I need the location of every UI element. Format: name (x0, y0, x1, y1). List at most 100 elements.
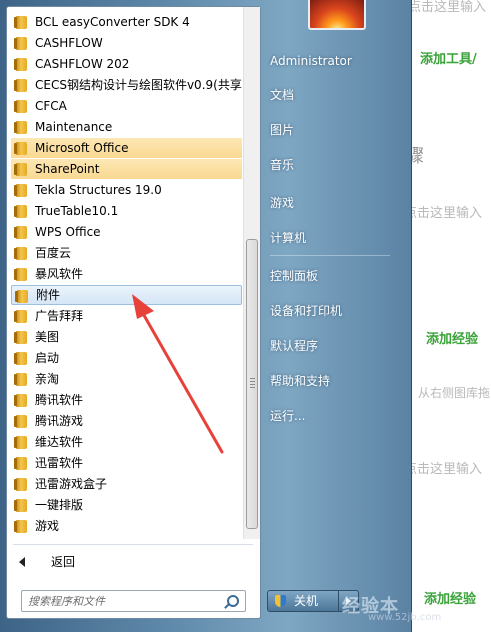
program-folder-item[interactable]: Maintenance (11, 117, 242, 137)
shutdown-label: 关机 (294, 594, 319, 608)
folder-icon (14, 121, 27, 134)
folder-icon (15, 290, 28, 303)
program-folder-label: 腾讯游戏 (35, 414, 84, 428)
programs-pane: BCL easyConverter SDK 4 CASHFLOW CASHFLOW … (6, 6, 261, 619)
folder-icon (14, 163, 27, 176)
folder-icon (14, 142, 27, 155)
folder-icon (14, 394, 27, 407)
program-folder-label: 广告拜拜 (35, 309, 84, 323)
program-folder-item[interactable]: 百度云 (11, 243, 242, 263)
right-item-help-support[interactable]: 帮助和支持 (270, 370, 400, 392)
program-folder-label: 腾讯软件 (35, 393, 84, 407)
start-menu: BCL easyConverter SDK 4 CASHFLOW CASHFLOW … (0, 0, 412, 632)
folder-icon (14, 184, 27, 197)
program-folder-item[interactable]: CFCA (11, 96, 242, 116)
right-item-devices-printers[interactable]: 设备和打印机 (270, 300, 400, 322)
folder-icon (14, 331, 27, 344)
program-folder-label: 暴风软件 (35, 267, 84, 281)
bg-add-exp-link-2: 添加经验 (424, 592, 477, 607)
program-folder-label: 迅雷游戏盒子 (35, 477, 108, 491)
program-folder-item[interactable]: WPS Office (11, 222, 242, 242)
program-folder-label: 附件 (36, 288, 61, 302)
program-folder-item[interactable]: 亲淘 (11, 369, 242, 389)
search-icon[interactable] (227, 595, 239, 607)
program-folder-label: 百度云 (35, 246, 72, 260)
program-folder-label: Maintenance (35, 120, 113, 134)
scrollbar-thumb[interactable] (246, 239, 258, 529)
program-folder-item[interactable]: 腾讯软件 (11, 390, 242, 410)
program-folder-label: 美图 (35, 330, 60, 344)
shutdown-button[interactable]: 关机 (267, 590, 339, 612)
program-folder-label: BCL easyConverter SDK 4 (35, 15, 190, 29)
bg-text-input-hint-1: 点击这里输入 (408, 0, 487, 15)
folder-icon (14, 58, 27, 71)
program-folder-item[interactable]: 迅雷软件 (11, 453, 242, 473)
search-box[interactable] (21, 590, 246, 612)
program-folder-item[interactable]: Microsoft Office (11, 138, 242, 158)
folder-icon (14, 16, 27, 29)
program-folder-label: CECS钢结构设计与绘图软件v0.9(共享版 (35, 78, 242, 92)
program-folder-label: 游戏 (35, 519, 60, 533)
folder-icon (14, 415, 27, 428)
right-item-computer[interactable]: 计算机 (270, 227, 400, 249)
shield-icon (275, 595, 286, 607)
program-folder-label: WPS Office (35, 225, 101, 239)
program-folder-item[interactable]: CASHFLOW 202 (11, 54, 242, 74)
program-folder-label: 迅雷软件 (35, 456, 84, 470)
back-arrow-icon (19, 557, 25, 567)
program-folder-item[interactable]: 暴风软件 (11, 264, 242, 284)
program-list-scrollbar[interactable] (243, 7, 260, 539)
right-separator (270, 255, 390, 256)
folder-icon (14, 100, 27, 113)
search-input[interactable] (28, 591, 218, 611)
right-item-games[interactable]: 游戏 (270, 192, 400, 214)
program-folder-item[interactable]: 游戏 (11, 516, 242, 536)
user-avatar[interactable] (308, 0, 366, 30)
folder-icon (14, 520, 27, 533)
folder-icon (14, 310, 27, 323)
back-label: 返回 (51, 555, 76, 569)
right-item-pictures[interactable]: 图片 (270, 119, 400, 141)
program-folder-item[interactable]: CECS钢结构设计与绘图软件v0.9(共享版 (11, 75, 242, 95)
right-item-administrator[interactable]: Administrator (270, 50, 400, 72)
program-folder-item[interactable]: TrueTable10.1 (11, 201, 242, 221)
program-folder-item[interactable]: 腾讯游戏 (11, 411, 242, 431)
program-folder-item[interactable]: 附件 (11, 285, 242, 305)
program-list: BCL easyConverter SDK 4 CASHFLOW CASHFLOW … (7, 7, 243, 539)
program-folder-item[interactable]: 维达软件 (11, 432, 242, 452)
shutdown-options-button[interactable] (339, 590, 359, 612)
folder-icon (14, 37, 27, 50)
folder-icon (14, 373, 27, 386)
program-folder-item[interactable]: 启动 (11, 348, 242, 368)
folder-icon (14, 79, 27, 92)
program-folder-item[interactable]: 迅雷游戏盒子 (11, 474, 242, 494)
background-webpage: 点击这里输入 添加工具/ 方法/步骤 点击这里输入 添加经验 从右侧图库拖 点击… (400, 0, 491, 632)
program-folder-item[interactable]: 美图 (11, 327, 242, 347)
program-folder-label: Tekla Structures 19.0 (35, 183, 162, 197)
program-folder-label: 维达软件 (35, 435, 84, 449)
program-folder-item[interactable]: CASHFLOW (11, 33, 242, 53)
program-folder-label: CASHFLOW (35, 36, 103, 50)
right-item-default-programs[interactable]: 默认程序 (270, 335, 400, 357)
bg-text-input-hint-2: 点击这里输入 (404, 206, 483, 221)
folder-icon (14, 247, 27, 260)
program-folder-label: CFCA (35, 99, 67, 113)
right-item-control-panel[interactable]: 控制面板 (270, 265, 400, 287)
program-folder-item[interactable]: 广告拜拜 (11, 306, 242, 326)
folder-icon (14, 436, 27, 449)
program-folder-item[interactable]: SharePoint (11, 159, 242, 179)
back-button[interactable]: 返回 (11, 551, 242, 573)
program-folder-item[interactable]: Tekla Structures 19.0 (11, 180, 242, 200)
right-item-documents[interactable]: 文档 (270, 84, 400, 106)
program-folder-item[interactable]: BCL easyConverter SDK 4 (11, 12, 242, 32)
folder-icon (14, 499, 27, 512)
folder-icon (14, 478, 27, 491)
folder-icon (14, 268, 27, 281)
folder-icon (14, 352, 27, 365)
folder-icon (14, 226, 27, 239)
folder-icon (14, 457, 27, 470)
program-folder-label: Microsoft Office (35, 141, 129, 155)
right-item-music[interactable]: 音乐 (270, 154, 400, 176)
right-item-run[interactable]: 运行... (270, 405, 400, 427)
program-folder-item[interactable]: 一键排版 (11, 495, 242, 515)
